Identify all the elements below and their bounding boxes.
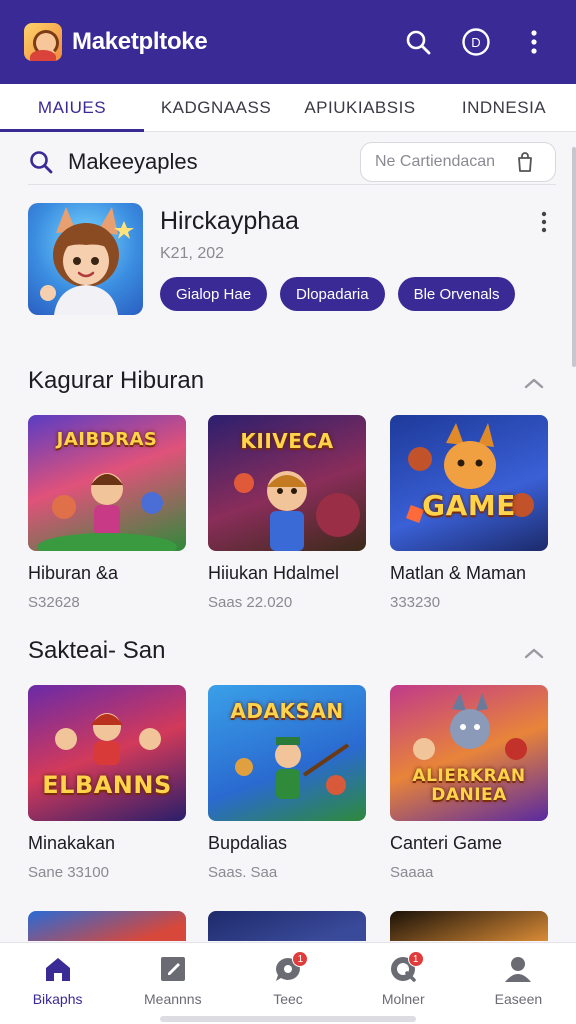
- game-meta: Saas 22.020: [208, 594, 293, 611]
- game-art-title: JAIBDRAS: [56, 429, 158, 450]
- section-title-sakteai-san: Sakteai- San: [28, 637, 166, 664]
- game-thumbnail: GAME: [390, 415, 548, 551]
- search-heading: Makeeyaples: [68, 148, 198, 174]
- game-card[interactable]: [390, 911, 548, 941]
- game-meta: S32628: [28, 594, 80, 611]
- chip-ble-orvenals[interactable]: Ble Orvenals: [397, 277, 516, 311]
- game-name: Bupdalias: [208, 833, 288, 853]
- featured-subtitle: K21, 202: [160, 245, 225, 262]
- notification-badge: 1: [407, 951, 424, 967]
- game-thumbnail: ELBANNS: [28, 685, 186, 821]
- nav-label: Bikaphs: [32, 991, 83, 1007]
- app-title: Maketpltoke: [72, 28, 208, 55]
- main-content[interactable]: Makeeyaples Ne Cartiendacan Hirckayphaa …: [0, 133, 576, 941]
- game-card[interactable]: ADAKSAN Bupdalias Saas. Saa: [208, 685, 366, 881]
- app-logo-icon: [24, 23, 62, 61]
- game-thumbnail: JAIBDRAS: [28, 415, 186, 551]
- game-card[interactable]: ALIERKRAN DANIEA Canteri Game Saaaa: [390, 685, 548, 881]
- featured-title: Hirckayphaa: [160, 207, 299, 235]
- chevron-up-icon: [524, 378, 544, 389]
- nav-item-molner[interactable]: 1 Molner: [346, 943, 461, 1024]
- tab-apiukiabsis[interactable]: APIUKIABSIS: [288, 84, 432, 131]
- home-indicator[interactable]: [160, 1016, 416, 1022]
- game-name: Matlan & Maman: [390, 563, 527, 583]
- nav-item-bikaphs[interactable]: Bikaphs: [0, 943, 115, 1024]
- tab-kadgnaass[interactable]: KADGNAASS: [144, 84, 288, 131]
- game-meta: 333230: [390, 594, 441, 611]
- bottom-navigation: Bikaphs Meannns 1 Teec 1 Molner Easeen: [0, 942, 576, 1024]
- game-name: Canteri Game: [390, 833, 503, 853]
- section-title-kagurar-hiburan: Kagurar Hiburan: [28, 367, 205, 394]
- section-grid-kagurar-hiburan: JAIBDRAS Hiburan &a S32628 KIIVECA Hiiuk…: [28, 415, 548, 615]
- chevron-up-icon: [524, 648, 544, 659]
- game-card[interactable]: JAIBDRAS Hiburan &a S32628: [28, 415, 186, 611]
- featured-card[interactable]: Hirckayphaa K21, 202 Gialop Hae Dlopadar…: [28, 203, 556, 319]
- game-thumbnail: ADAKSAN: [208, 685, 366, 821]
- search-icon: [406, 30, 431, 55]
- game-art-title: KIIVECA: [240, 429, 334, 453]
- game-card[interactable]: KIIVECA Hiiukan Hdalmel Saas 22.020: [208, 415, 366, 611]
- game-art-title: GAME: [422, 489, 516, 522]
- bag-icon: [518, 151, 532, 172]
- scrollbar[interactable]: [572, 147, 576, 367]
- home-icon: [45, 958, 70, 981]
- person-icon: [505, 957, 532, 982]
- chip-gialop-hae[interactable]: Gialop Hae: [160, 277, 268, 311]
- profile-d-icon: D: [462, 28, 490, 56]
- game-meta: Sane 33100: [28, 864, 109, 881]
- featured-chip-row: Gialop Hae Dlopadaria Ble Orvenals: [160, 277, 516, 311]
- game-card[interactable]: [208, 911, 366, 941]
- more-vertical-icon: [531, 30, 537, 54]
- game-art-title: ELBANNS: [42, 771, 172, 799]
- tab-maiues[interactable]: MAIUES: [0, 84, 144, 132]
- more-vertical-icon: [541, 211, 547, 233]
- featured-thumbnail: [28, 203, 143, 315]
- section-grid-sakteai-san: ELBANNS Minakakan Sane 33100 ADAKSAN Bup…: [28, 685, 548, 885]
- game-meta: Saas. Saa: [208, 864, 278, 881]
- featured-more-button[interactable]: [534, 207, 554, 237]
- search-field[interactable]: [360, 141, 556, 182]
- nav-item-meannns[interactable]: Meannns: [115, 943, 230, 1024]
- app-root: Maketpltoke D MAIUES KADGNAASS APIUKIABS…: [0, 0, 576, 1024]
- tab-bar: MAIUES KADGNAASS APIUKIABSIS INDNESIA: [0, 84, 576, 132]
- game-art-title: ALIERKRAN DANIEA: [412, 766, 526, 805]
- game-thumbnail: KIIVECA: [208, 415, 366, 551]
- svg-text:D: D: [471, 35, 480, 50]
- game-name: Minakakan: [28, 833, 116, 853]
- game-card[interactable]: ELBANNS Minakakan Sane 33100: [28, 685, 186, 881]
- search-button[interactable]: [396, 20, 440, 64]
- game-thumbnail: [390, 911, 548, 941]
- tab-indnesia[interactable]: INDNESIA: [432, 84, 576, 131]
- edit-square-icon: [160, 957, 185, 981]
- game-name: Hiiukan Hdalmel: [208, 563, 340, 583]
- search-row: Makeeyaples: [28, 139, 556, 185]
- search-icon: [30, 150, 53, 173]
- search-input[interactable]: [375, 152, 515, 171]
- section-collapse-button[interactable]: [522, 641, 546, 665]
- section-grid-partial: [28, 911, 548, 941]
- nav-label: Teec: [273, 991, 303, 1007]
- section-collapse-button[interactable]: [522, 371, 546, 395]
- nav-label: Easeen: [494, 991, 543, 1007]
- nav-item-easeen[interactable]: Easeen: [461, 943, 576, 1024]
- game-thumbnail: ALIERKRAN DANIEA: [390, 685, 548, 821]
- game-thumbnail: [28, 911, 186, 941]
- chip-dlopadaria[interactable]: Dlopadaria: [280, 277, 385, 311]
- nav-label: Molner: [381, 991, 425, 1007]
- top-app-bar: Maketpltoke D: [0, 0, 576, 84]
- game-card[interactable]: [28, 911, 186, 941]
- game-card[interactable]: GAME Matlan & Maman 333230: [390, 415, 548, 611]
- game-art-title: ADAKSAN: [230, 699, 344, 723]
- notification-badge: 1: [292, 951, 309, 967]
- nav-label: Meannns: [144, 991, 202, 1007]
- overflow-menu-button[interactable]: [512, 20, 556, 64]
- game-name: Hiburan &a: [28, 563, 119, 583]
- game-thumbnail: [208, 911, 366, 941]
- game-meta: Saaaa: [390, 864, 434, 881]
- nav-item-teec[interactable]: 1 Teec: [230, 943, 345, 1024]
- profile-button[interactable]: D: [454, 20, 498, 64]
